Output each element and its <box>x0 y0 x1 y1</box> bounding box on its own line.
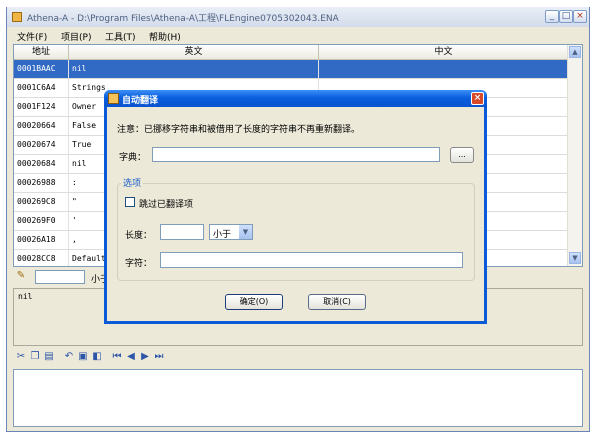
cell-address[interactable]: 00026988 <box>14 174 69 192</box>
dictionary-input[interactable] <box>152 147 440 162</box>
dialog-title-bar: 自动翻译 × <box>104 90 487 107</box>
column-header-address[interactable]: 地址 <box>14 45 69 60</box>
ok-button[interactable]: 确定(O) <box>225 294 283 310</box>
cell-chinese[interactable] <box>319 60 569 78</box>
edit-toolbar: ✂ ❐ ▤ ↶ ▣ ◧ ⏮ ◀ ▶ ⏭ <box>13 350 583 368</box>
translation-text-panel[interactable] <box>13 369 583 427</box>
paste-icon[interactable]: ▤ <box>43 351 55 363</box>
cell-english[interactable]: nil <box>69 60 319 78</box>
cut-icon[interactable]: ✂ <box>15 351 27 363</box>
cell-address[interactable]: 0001F124 <box>14 98 69 116</box>
edit-icon[interactable]: ✎ <box>15 270 27 282</box>
cell-address[interactable]: 00028CC8 <box>14 250 69 266</box>
dialog-app-icon <box>108 93 119 104</box>
skip-translated-label[interactable]: 跳过已翻译项 <box>139 197 193 210</box>
dictionary-label: 字典： <box>119 153 147 163</box>
character-input[interactable] <box>160 252 463 268</box>
dialog-close-button[interactable]: × <box>471 92 484 105</box>
browse-button[interactable]: ... <box>450 147 474 163</box>
table-scrollbar[interactable]: ▲ ▼ <box>567 45 582 266</box>
minimize-button[interactable]: _ <box>545 10 559 23</box>
chevron-down-icon[interactable]: ▼ <box>239 225 252 239</box>
length-input[interactable] <box>160 224 204 240</box>
cell-address[interactable]: 00020664 <box>14 117 69 135</box>
skip-translated-checkbox[interactable] <box>125 197 135 207</box>
menu-project[interactable]: 项目(P) <box>61 30 91 43</box>
dialog-title: 自动翻译 <box>122 96 159 106</box>
scroll-up-icon[interactable]: ▲ <box>569 46 581 58</box>
options-group-title: 选项 <box>121 176 144 189</box>
cell-address[interactable]: 0001C6A4 <box>14 79 69 97</box>
first-icon[interactable]: ⏮ <box>111 351 123 363</box>
column-header-chinese[interactable]: 中文 <box>319 45 569 60</box>
save-icon[interactable]: ▣ <box>77 351 89 363</box>
save-all-icon[interactable]: ◧ <box>91 351 103 363</box>
find-input[interactable] <box>35 270 85 284</box>
menu-tools[interactable]: 工具(T) <box>105 30 136 43</box>
compare-select[interactable]: 小于 ▼ <box>209 224 253 240</box>
close-button[interactable]: × <box>573 10 587 23</box>
undo-icon[interactable]: ↶ <box>63 351 75 363</box>
cell-address[interactable]: 000269F0 <box>14 212 69 230</box>
scroll-down-icon[interactable]: ▼ <box>569 252 581 264</box>
cell-address[interactable]: 0001BAAC <box>14 60 69 78</box>
menu-bar: 文件(F) 项目(P) 工具(T) 帮助(H) <box>7 27 589 43</box>
cell-address[interactable]: 00026A18 <box>14 231 69 249</box>
cell-address[interactable]: 00020674 <box>14 136 69 154</box>
next-icon[interactable]: ▶ <box>139 351 151 363</box>
original-text: nil <box>18 292 33 301</box>
cell-address[interactable]: 00020684 <box>14 155 69 173</box>
column-header-english[interactable]: 英文 <box>69 45 319 60</box>
title-bar: Athena-A - D:\Program Files\Athena-A\工程\… <box>7 7 589 28</box>
character-label: 字符： <box>125 259 153 269</box>
menu-help[interactable]: 帮助(H) <box>149 30 181 43</box>
dialog-note: 注意：已挪移字符串和被借用了长度的字符串不再重新翻译。 <box>117 125 361 135</box>
cell-address[interactable]: 000269C8 <box>14 193 69 211</box>
table-row[interactable]: 0001BAAC nil <box>14 60 569 79</box>
cancel-button[interactable]: 取消(C) <box>308 294 366 310</box>
previous-icon[interactable]: ◀ <box>125 351 137 363</box>
copy-icon[interactable]: ❐ <box>29 351 41 363</box>
compare-select-value: 小于 <box>213 230 232 240</box>
app-icon <box>12 12 22 22</box>
maximize-button[interactable]: □ <box>559 10 573 23</box>
window-title: Athena-A - D:\Program Files\Athena-A\工程\… <box>27 14 339 24</box>
menu-file[interactable]: 文件(F) <box>17 30 47 43</box>
auto-translate-dialog: 自动翻译 × 注意：已挪移字符串和被借用了长度的字符串不再重新翻译。 字典： .… <box>104 90 487 324</box>
last-icon[interactable]: ⏭ <box>153 351 165 363</box>
length-label: 长度： <box>125 231 153 241</box>
